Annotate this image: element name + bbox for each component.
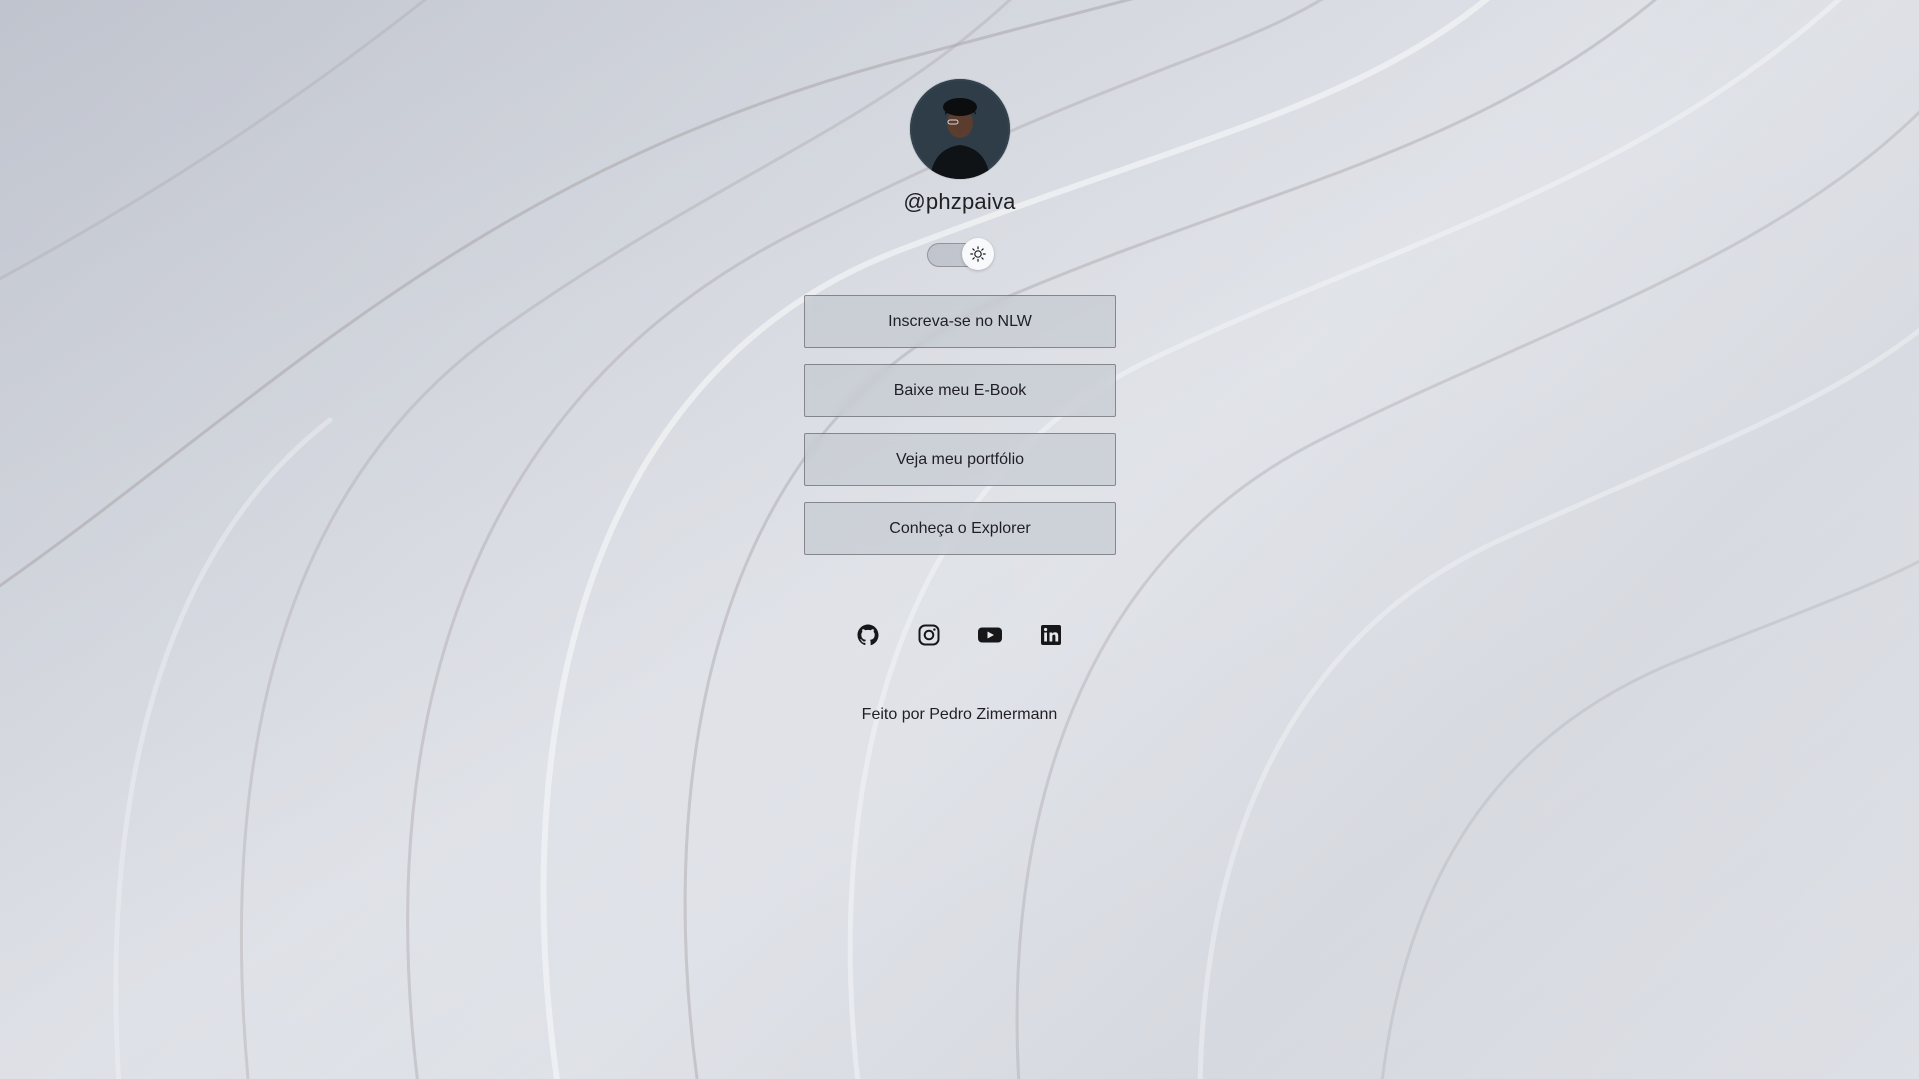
sun-icon [970, 246, 986, 262]
youtube-icon [978, 627, 1002, 643]
instagram-link[interactable] [913, 619, 945, 651]
page: @phzpaiva Inscreva-se no NLW Baixe meu E… [0, 0, 1919, 1079]
theme-toggle-knob[interactable] [962, 238, 994, 270]
profile: @phzpaiva [0, 79, 1919, 215]
nlw-signup-button[interactable]: Inscreva-se no NLW [804, 295, 1116, 348]
github-icon [857, 624, 879, 646]
instagram-icon [918, 624, 940, 646]
link-list: Inscreva-se no NLW Baixe meu E-Book Veja… [804, 295, 1116, 571]
link-item: Conheça o Explorer [804, 502, 1116, 555]
profile-handle: @phzpaiva [903, 189, 1016, 214]
link-item: Inscreva-se no NLW [804, 295, 1116, 348]
footer-credit: Feito por Pedro Zimermann [861, 706, 1058, 723]
linkedin-icon [1041, 625, 1061, 645]
github-link[interactable] [852, 619, 884, 651]
ebook-download-button[interactable]: Baixe meu E-Book [804, 364, 1116, 417]
theme-toggle[interactable] [927, 238, 994, 270]
explorer-button[interactable]: Conheça o Explorer [804, 502, 1116, 555]
avatar-image [909, 79, 1010, 179]
link-item: Veja meu portfólio [804, 433, 1116, 486]
youtube-link[interactable] [974, 619, 1006, 651]
portfolio-button[interactable]: Veja meu portfólio [804, 433, 1116, 486]
social-links [0, 619, 1919, 651]
avatar [909, 79, 1010, 179]
linkedin-link[interactable] [1035, 619, 1067, 651]
link-item: Baixe meu E-Book [804, 364, 1116, 417]
